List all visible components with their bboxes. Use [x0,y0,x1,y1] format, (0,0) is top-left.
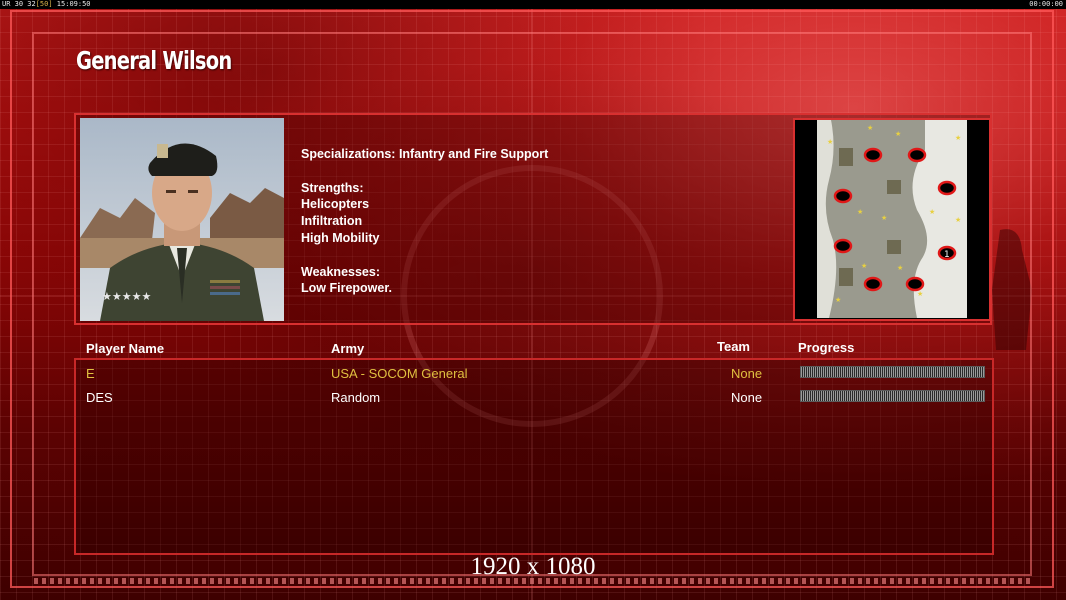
svg-text:★★★★★: ★★★★★ [102,290,151,303]
general-title: General Wilson [76,46,232,75]
resolution-label: 1920 x 1080 [470,553,596,580]
column-header-player-name: Player Name [86,341,165,356]
svg-text:★: ★ [827,138,833,146]
column-header-army: Army [331,341,365,356]
svg-text:★: ★ [929,208,935,216]
svg-text:★: ★ [857,208,863,216]
specializations-text: Specializations: Infantry and Fire Suppo… [301,147,549,161]
strength-item: Infiltration [301,214,363,229]
players-panel [74,358,994,555]
svg-text:★: ★ [835,296,841,304]
player-progress-bar [800,390,985,402]
player-progress-bar [800,366,985,378]
general-portrait: ★★★★★ [80,118,284,321]
minimap[interactable]: 1 ★ ★ ★ ★ ★ ★ ★ ★ ★ ★ ★ ★ [817,120,967,318]
player-name: E [86,366,95,381]
hud-fps-limit: [50] [35,0,53,8]
player-army: Random [331,390,381,405]
hud-timer: 00:00:00 [1029,0,1063,8]
svg-text:★: ★ [917,290,923,298]
column-header-team: Team [717,339,750,354]
svg-text:★: ★ [881,214,887,222]
svg-text:★: ★ [897,264,903,272]
svg-text:★: ★ [867,124,873,132]
minimap-player-marker: 1 [944,250,950,260]
hud-fps: UR 30 32 [2,0,36,8]
column-header-progress: Progress [798,340,855,355]
general-description: Specializations: Infantry and Fire Suppo… [301,146,548,297]
svg-text:★: ★ [955,216,961,224]
hud-status-bar: UR 30 32[50] 15:09:50 00:00:00 [0,0,1066,9]
svg-text:★: ★ [895,130,901,138]
player-team: None [731,366,763,381]
hud-clock: 15:09:50 [56,0,91,8]
svg-text:★: ★ [861,262,867,270]
player-team: None [731,390,763,405]
strengths-label: Strengths: [301,180,364,195]
strength-item: Helicopters [301,197,370,212]
svg-text:★: ★ [955,134,961,142]
strength-item: High Mobility [301,230,380,245]
hud-left-status: UR 30 32[50] 15:09:50 [2,0,91,9]
player-army: USA - SOCOM General [331,366,468,381]
weakness-item: Low Firepower. [301,281,392,296]
player-name: DES [86,390,113,405]
weaknesses-label: Weaknesses: [301,264,380,279]
